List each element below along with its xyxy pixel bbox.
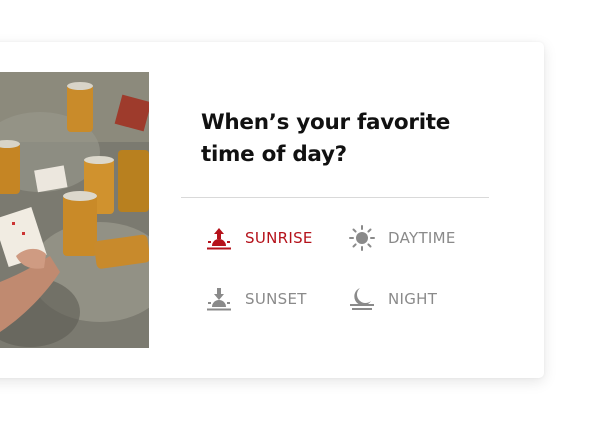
option-label-night: NIGHT (388, 290, 438, 308)
sunset-icon (205, 285, 233, 313)
option-night[interactable]: NIGHT (348, 284, 437, 314)
question-title: When’s your favorite time of day? (201, 110, 451, 167)
sun-icon (348, 224, 376, 252)
poll-photo (0, 72, 149, 348)
option-sunrise[interactable]: SUNRISE (205, 223, 313, 253)
option-sunset[interactable]: SUNSET (205, 284, 307, 314)
sunrise-icon (205, 224, 233, 252)
option-daytime[interactable]: DAYTIME (348, 223, 456, 253)
option-label-sunrise: SUNRISE (245, 229, 313, 247)
moon-icon (348, 285, 376, 313)
option-label-daytime: DAYTIME (388, 229, 456, 247)
divider (181, 197, 489, 198)
option-label-sunset: SUNSET (245, 290, 307, 308)
